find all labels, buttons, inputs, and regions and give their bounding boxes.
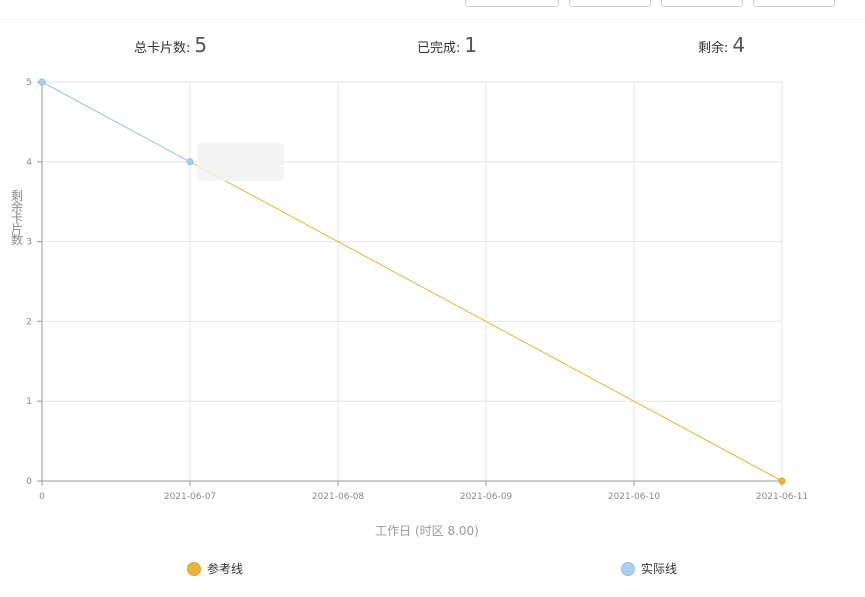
- x-tick-label: 2021-06-09: [460, 492, 513, 502]
- legend-actual-swatch: [621, 561, 635, 576]
- y-tick-label: 4: [26, 158, 32, 168]
- legend-reference[interactable]: 参考线: [187, 560, 243, 577]
- y-axis-label: 剩余卡片数: [11, 189, 23, 247]
- y-axis-label-char: 数: [11, 232, 23, 247]
- legend-actual-label: 实际线: [641, 562, 678, 576]
- y-tick-label: 0: [26, 477, 32, 487]
- legend-reference-label: 参考线: [207, 562, 244, 576]
- y-tick-label: 5: [26, 78, 32, 88]
- series-point-actual: [186, 158, 194, 166]
- legend-reference-swatch: [187, 561, 201, 576]
- tooltip-placeholder: [197, 143, 284, 181]
- x-tick-label: 2021-06-07: [164, 492, 216, 502]
- x-axis-label: 工作日 (时区 8.00): [375, 524, 479, 538]
- legend-actual[interactable]: 实际线: [621, 560, 677, 577]
- series-point-actual: [38, 78, 46, 86]
- y-tick-label: 2: [26, 317, 32, 327]
- y-tick-label: 3: [26, 238, 32, 248]
- x-tick-label: 2021-06-11: [756, 492, 808, 502]
- series-line-actual: [41, 81, 191, 163]
- x-tick-label: 2021-06-10: [608, 492, 661, 502]
- series: [38, 78, 786, 485]
- x-tick-label: 0: [39, 492, 45, 502]
- burndown-chart: 0 1 2 3 4 5 0 2021-06-07 2021-06-08 2021-06-09 202…: [11, 78, 808, 538]
- axes: 0 1 2 3 4 5 0 2021-06-07 2021-06-08 2021-06-09 202…: [26, 78, 808, 502]
- series-point-reference: [778, 477, 786, 485]
- x-tick-label: 2021-06-08: [312, 492, 365, 502]
- y-tick-label: 1: [26, 397, 32, 407]
